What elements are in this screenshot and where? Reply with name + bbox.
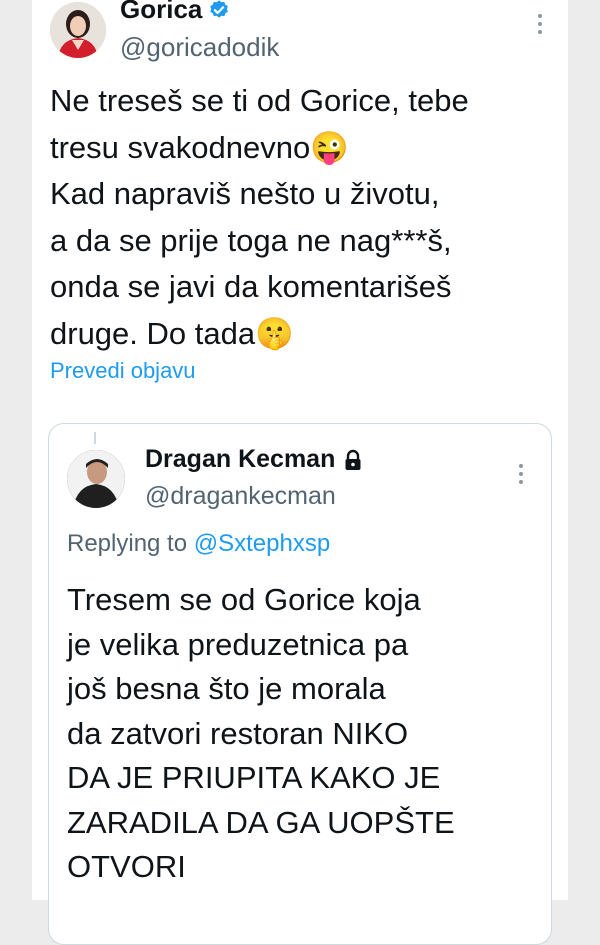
quoted-author-avatar[interactable] <box>67 450 125 508</box>
author-handle[interactable]: @goricadodik <box>120 32 279 63</box>
author-name-row: Gorica <box>120 0 230 25</box>
quoted-handle[interactable]: @dragankecman <box>145 482 336 511</box>
translate-post-link[interactable]: Prevedi objavu <box>50 358 196 384</box>
author-display-name[interactable]: Gorica <box>120 0 202 25</box>
tweet-text: Ne treseš se ti od Gorice, tebe tresu sv… <box>50 83 469 351</box>
lock-icon <box>345 449 361 470</box>
quoted-name-row: Dragan Kecman <box>145 445 363 474</box>
replying-to-line: Replying to @Sxtephxsp <box>67 530 330 558</box>
quoted-display-name[interactable]: Dragan Kecman <box>145 445 335 474</box>
quoted-tweet-text: Tresem se od Gorice koja je velika predu… <box>67 582 455 884</box>
thread-connector-line <box>94 432 96 444</box>
author-avatar[interactable] <box>50 2 106 58</box>
replying-to-prefix: Replying to <box>67 530 188 557</box>
replying-to-mention[interactable]: @Sxtephxsp <box>194 530 330 557</box>
more-options-icon[interactable] <box>534 12 546 36</box>
verified-badge-icon <box>210 0 229 18</box>
quoted-more-options-icon[interactable] <box>515 462 527 486</box>
